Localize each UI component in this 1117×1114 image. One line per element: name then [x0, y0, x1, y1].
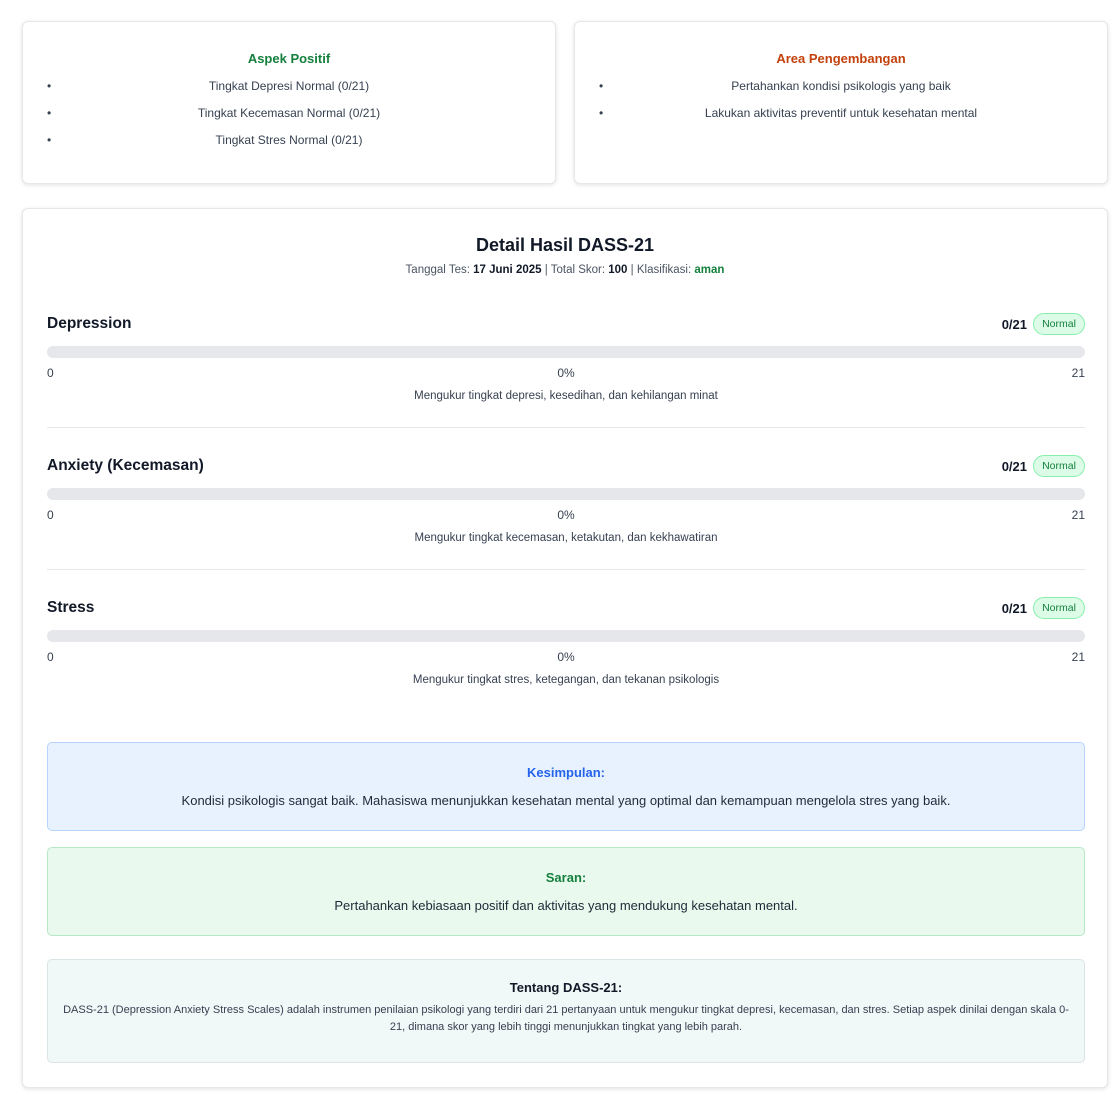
status-badge: Normal — [1033, 313, 1085, 335]
conclusion-title: Kesimpulan: — [526, 765, 605, 780]
detail-subtitle: Tanggal Tes: 17 Juni 2025 | Total Skor: … — [23, 264, 1107, 276]
list-item-text: Lakukan aktivitas preventif untuk keseha… — [704, 106, 978, 120]
positive-aspects-list: • Tingkat Depresi Normal (0/21) • Tingkat … — [23, 78, 555, 159]
list-item: • Tingkat Kecemasan Normal (0/21) — [47, 105, 531, 132]
bullet-icon: • — [599, 79, 604, 93]
progress-bar — [47, 346, 1085, 358]
divider — [47, 427, 1085, 428]
metric-name: Depression — [47, 315, 132, 332]
about-text: DASS-21 (Depression Anxiety Stress Scale… — [63, 1004, 1069, 1033]
metric-name: Stress — [47, 599, 95, 616]
progress-bar — [47, 488, 1085, 500]
progress-scale: 0 0% 21 — [47, 508, 1085, 526]
metric-header: Anxiety (Kecemasan) 0/21 Normal — [47, 451, 1085, 481]
status-badge: Normal — [1033, 455, 1085, 477]
metric-description: Mengukur tingkat depresi, kesedihan, dan… — [414, 390, 718, 402]
positive-aspects-title: Aspek Positif — [247, 51, 331, 66]
classification-label: Klasifikasi: — [636, 264, 692, 276]
classification-value: aman — [694, 264, 725, 276]
status-badge: Normal — [1033, 597, 1085, 619]
bullet-icon: • — [47, 106, 52, 120]
positive-aspects-card: Aspek Positif • Tingkat Depresi Normal (0… — [22, 21, 556, 184]
total-label: Total Skor: — [550, 264, 606, 276]
list-item: • Tingkat Stres Normal (0/21) — [47, 132, 531, 159]
detail-title: Detail Hasil DASS-21 — [475, 235, 655, 255]
about-box: Tentang DASS-21: DASS-21 (Depression Anx… — [47, 959, 1085, 1063]
scale-percent: 0% — [557, 366, 575, 380]
metric-header: Depression 0/21 Normal — [47, 309, 1085, 339]
metric-score: 0/21 — [1001, 317, 1027, 332]
scale-percent: 0% — [557, 650, 575, 664]
bullet-icon: • — [47, 79, 52, 93]
development-areas-card: Area Pengembangan • Pertahankan kondisi p… — [574, 21, 1108, 184]
scale-max: 21 — [1071, 650, 1085, 664]
progress-bar — [47, 630, 1085, 642]
list-item-text: Tingkat Depresi Normal (0/21) — [208, 79, 370, 93]
date-label: Tanggal Tes: — [405, 264, 470, 276]
divider — [47, 569, 1085, 570]
advice-box: Saran: Pertahankan kebiasaan positif dan… — [47, 847, 1085, 936]
list-item-text: Tingkat Stres Normal (0/21) — [215, 133, 363, 147]
advice-title: Saran: — [545, 870, 587, 885]
list-item: • Tingkat Depresi Normal (0/21) — [47, 78, 531, 105]
metric-stress: Stress 0/21 Normal 0 0% 21 Mengukur ting… — [47, 593, 1085, 686]
bullet-icon: • — [47, 133, 52, 147]
total-value: 100 — [608, 264, 628, 276]
progress-scale: 0 0% 21 — [47, 366, 1085, 384]
conclusion-box: Kesimpulan: Kondisi psikologis sangat ba… — [47, 742, 1085, 831]
metric-description: Mengukur tingkat stres, ketegangan, dan … — [412, 674, 720, 686]
scale-max: 21 — [1071, 508, 1085, 522]
metric-depression: Depression 0/21 Normal 0 0% 21 Mengukur … — [47, 309, 1085, 402]
list-item-text: Pertahankan kondisi psikologis yang baik — [731, 79, 951, 93]
bullet-icon: • — [599, 106, 604, 120]
metric-description: Mengukur tingkat kecemasan, ketakutan, d… — [414, 532, 718, 544]
scale-percent: 0% — [557, 508, 575, 522]
metric-header: Stress 0/21 Normal — [47, 593, 1085, 623]
metric-score: 0/21 — [1001, 459, 1027, 474]
about-title: Tentang DASS-21: — [509, 980, 623, 995]
separator: | — [630, 264, 634, 276]
dass-detail-card: Detail Hasil DASS-21 Tanggal Tes: 17 Jun… — [22, 208, 1108, 1088]
list-item-text: Tingkat Kecemasan Normal (0/21) — [197, 106, 381, 120]
separator: | — [544, 264, 548, 276]
date-value: 17 Juni 2025 — [473, 264, 542, 276]
list-item: • Lakukan aktivitas preventif untuk keseh… — [599, 105, 1083, 132]
metric-score: 0/21 — [1001, 601, 1027, 616]
development-areas-title: Area Pengembangan — [776, 51, 906, 66]
metric-name: Anxiety (Kecemasan) — [47, 457, 204, 474]
scale-max: 21 — [1071, 366, 1085, 380]
advice-text: Pertahankan kebiasaan positif dan aktivi… — [334, 898, 798, 913]
metric-anxiety: Anxiety (Kecemasan) 0/21 Normal 0 0% 21 … — [47, 451, 1085, 544]
development-areas-list: • Pertahankan kondisi psikologis yang bai… — [575, 78, 1107, 132]
conclusion-text: Kondisi psikologis sangat baik. Mahasisw… — [181, 793, 951, 808]
progress-scale: 0 0% 21 — [47, 650, 1085, 668]
list-item: • Pertahankan kondisi psikologis yang bai… — [599, 78, 1083, 105]
